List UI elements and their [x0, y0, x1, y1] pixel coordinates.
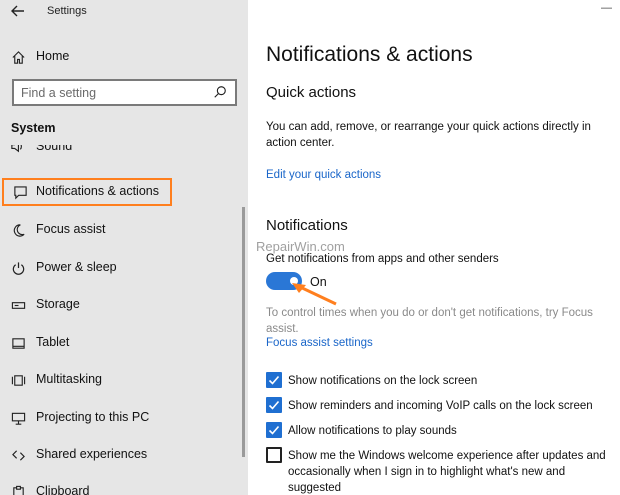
section-label: System — [11, 121, 56, 135]
minimize-button[interactable]: — — [601, 2, 612, 14]
sidebar-item-label: Sound — [36, 145, 73, 153]
drive-icon — [10, 297, 26, 313]
sidebar-item-label: Tablet — [36, 335, 70, 349]
checkbox-row-welcome[interactable]: Show me the Windows welcome experience a… — [266, 447, 616, 495]
sidebar-item-label: Home — [36, 49, 70, 63]
sidebar-item-home[interactable]: Home — [0, 44, 248, 70]
sidebar-item-shared-experiences[interactable]: Shared experiences — [0, 442, 248, 469]
sidebar-item-label: Projecting to this PC — [36, 410, 150, 424]
sidebar-item-label: Focus assist — [36, 222, 106, 236]
checkbox-row-lock-screen[interactable]: Show notifications on the lock screen — [266, 372, 616, 390]
sidebar-item-label: Shared experiences — [36, 447, 148, 461]
sidebar-item-projecting[interactable]: Projecting to this PC — [0, 405, 248, 432]
focus-hint-line2: assist. — [266, 323, 299, 335]
checkbox-row-sounds[interactable]: Allow notifications to play sounds — [266, 422, 616, 440]
sidebar-item-label: Clipboard — [36, 484, 90, 495]
checkbox-label: Show me the Windows welcome experience a… — [288, 450, 606, 494]
back-arrow-icon[interactable] — [10, 3, 28, 21]
checkmark-icon — [268, 425, 280, 435]
sidebar-item-label: Storage — [36, 297, 80, 311]
tablet-icon — [10, 335, 26, 351]
focus-assist-settings-link[interactable]: Focus assist settings — [266, 337, 373, 349]
sidebar-item-power-sleep[interactable]: Power & sleep — [0, 255, 248, 282]
checkbox-label: Allow notifications to play sounds — [288, 425, 457, 437]
clipboard-icon — [10, 484, 26, 495]
speaker-icon — [10, 145, 25, 159]
checkbox-unchecked[interactable] — [266, 447, 282, 463]
checkbox-row-voip[interactable]: Show reminders and incoming VoIP calls o… — [266, 397, 616, 415]
sidebar-item-label: Multitasking — [36, 372, 102, 386]
quick-actions-heading: Quick actions — [266, 84, 357, 101]
sidebar-item-storage[interactable]: Storage — [0, 292, 248, 319]
edit-quick-actions-link[interactable]: Edit your quick actions — [266, 169, 381, 181]
multitasking-icon — [10, 372, 26, 388]
page-title: Notifications & actions — [266, 43, 473, 66]
search-placeholder: Find a setting — [21, 86, 97, 100]
checkbox-checked[interactable] — [266, 397, 282, 413]
message-icon — [12, 184, 28, 200]
orange-arrow-annotation — [292, 283, 337, 306]
search-input[interactable]: Find a setting — [12, 79, 237, 106]
checkbox-label: Show reminders and incoming VoIP calls o… — [288, 400, 593, 412]
quick-actions-description-line1: You can add, remove, or rearrange your q… — [266, 121, 591, 133]
sidebar-scrollbar[interactable] — [242, 207, 245, 457]
sidebar-item-label: Power & sleep — [36, 260, 117, 274]
sidebar-item-label: Notifications & actions — [36, 184, 159, 198]
projecting-icon — [10, 410, 26, 426]
checkbox-label: Show notifications on the lock screen — [288, 375, 478, 387]
sidebar-item-focus-assist[interactable]: Focus assist — [0, 217, 248, 244]
sidebar-item-sound[interactable]: Sound — [0, 145, 248, 161]
sidebar-item-notifications[interactable]: Notifications & actions — [2, 178, 172, 206]
quick-actions-description-line2: action center. — [266, 137, 335, 149]
checkbox-checked[interactable] — [266, 372, 282, 388]
moon-icon — [10, 222, 26, 238]
checkmark-icon — [268, 375, 280, 385]
sidebar-item-tablet[interactable]: Tablet — [0, 330, 248, 357]
app-title: Settings — [47, 5, 87, 17]
checkbox-checked[interactable] — [266, 422, 282, 438]
home-icon — [10, 49, 26, 65]
sidebar-item-multitasking[interactable]: Multitasking — [0, 367, 248, 394]
notifications-heading: Notifications — [266, 217, 348, 234]
checkmark-icon — [268, 400, 280, 410]
watermark: RepairWin.com — [256, 239, 345, 254]
shared-icon — [10, 447, 26, 463]
power-icon — [10, 260, 26, 276]
sidebar: Settings Home Find a setting System Soun… — [0, 0, 248, 495]
sidebar-item-clipboard[interactable]: Clipboard — [0, 479, 248, 495]
search-icon[interactable] — [213, 85, 229, 101]
